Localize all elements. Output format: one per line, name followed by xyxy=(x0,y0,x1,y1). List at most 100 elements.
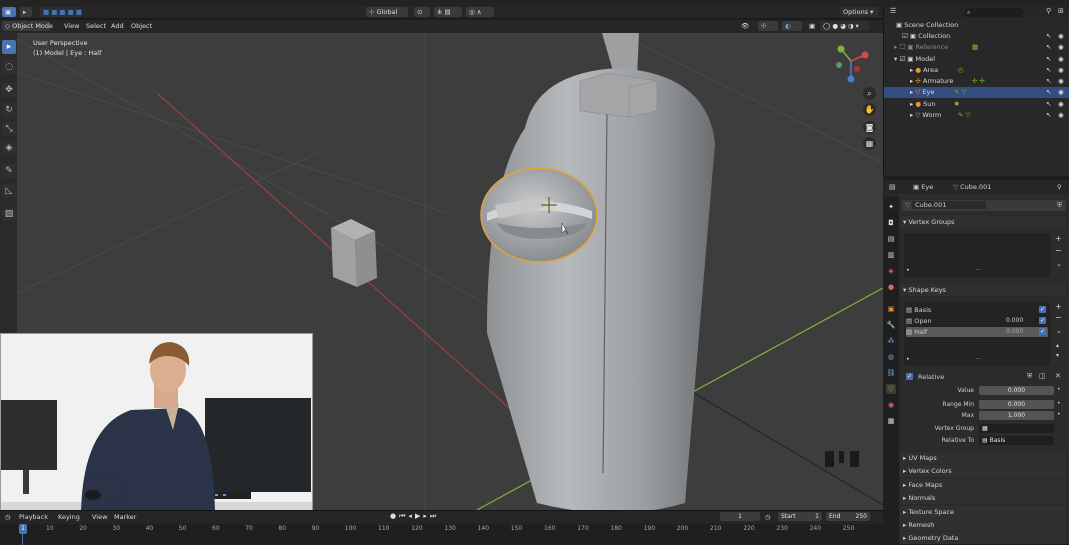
world-tab-icon[interactable]: ● xyxy=(886,282,896,292)
outliner-row-model[interactable]: ▾ ☑ ▣ Model ↖ ◉ xyxy=(884,54,1069,65)
eye-icon[interactable]: ◉ xyxy=(1058,76,1064,87)
timeline-menu-view[interactable]: View xyxy=(92,512,107,522)
shape-key-checkbox[interactable]: ✓ xyxy=(1039,328,1046,335)
outliner-row-reference[interactable]: ▸ ☐ ▣ Reference ▦ ↖ ◉ xyxy=(884,42,1069,53)
list-grip-icon[interactable]: ⋯ xyxy=(976,267,981,273)
pivot-button[interactable]: ⊙ xyxy=(414,7,430,17)
move-up-icon[interactable]: ▴ xyxy=(1056,342,1059,349)
select-arrow-icon[interactable]: ↖ xyxy=(1046,54,1051,65)
list-resize-icon[interactable]: ▸ xyxy=(907,267,910,273)
clear-weights-icon[interactable]: ✕ xyxy=(1055,372,1061,380)
shape-key-row[interactable]: ▤ Basis ✓ xyxy=(906,305,1048,315)
eye-icon[interactable]: ◉ xyxy=(1058,54,1064,65)
keyframe-dot-icon[interactable]: • xyxy=(1057,386,1061,393)
visibility-button[interactable]: 👁 xyxy=(738,21,754,31)
select-arrow-icon[interactable]: ↖ xyxy=(1046,99,1051,110)
material-tab-icon[interactable]: ◉ xyxy=(886,400,896,410)
outliner-row-eye[interactable]: ▸ ▽ Eye ✎ ▽ ↖ ◉ xyxy=(884,87,1069,98)
orientation-dropdown[interactable]: ⊹ Global xyxy=(366,7,408,17)
eye-icon[interactable]: ◉ xyxy=(1058,31,1064,42)
edit-mode-shape-icon[interactable]: ◫ xyxy=(1039,372,1046,380)
menu-add[interactable]: Add xyxy=(111,21,124,31)
vertex-group-list[interactable]: ▸ ⋯ xyxy=(904,233,1050,277)
section-vertex-groups[interactable]: ▾ Vertex Groups xyxy=(900,216,1066,228)
select-arrow-icon[interactable]: ↖ xyxy=(1046,31,1051,42)
object-tab-icon[interactable]: ▣ xyxy=(886,304,896,314)
keyframe-dot-icon[interactable]: • xyxy=(1057,411,1061,418)
section-shape-keys[interactable]: ▾ Shape Keys xyxy=(900,284,1066,296)
properties-editor-icon[interactable]: ▤ xyxy=(889,183,896,191)
zoom-button[interactable]: ⌕ xyxy=(863,87,876,100)
menu-view[interactable]: View xyxy=(64,21,79,31)
playhead[interactable]: 1 xyxy=(19,524,27,534)
timeline-menu-marker[interactable]: Marker xyxy=(114,512,136,522)
section-uv-maps[interactable]: ▸ UV Maps xyxy=(900,452,1066,464)
select-tool[interactable]: ▸ xyxy=(2,40,16,54)
outliner-search-input[interactable]: ⌕ xyxy=(964,8,1024,17)
clock-toggle-icon[interactable]: ◷ xyxy=(765,512,771,522)
shape-key-list[interactable]: ▤ Basis ✓ ▤ Open 0.000 ✓ ▤ Half 0.000 ✓ … xyxy=(904,302,1050,366)
outliner-row-armature[interactable]: ▸ ✣ Armature ✢ ✢ ↖ ◉ xyxy=(884,76,1069,87)
particles-tab-icon[interactable]: ⁂ xyxy=(886,336,896,346)
section-face-maps[interactable]: ▸ Face Maps xyxy=(900,479,1066,491)
shape-key-value[interactable]: 0.000 xyxy=(1006,316,1023,326)
section-geometry-data[interactable]: ▸ Geometry Data xyxy=(900,532,1066,544)
shape-key-row-active[interactable]: ▤ Half 0.000 ✓ xyxy=(906,327,1048,337)
measure-tool[interactable]: ◺ xyxy=(2,184,16,198)
vertex-group-field[interactable]: ▦ xyxy=(979,424,1054,433)
relative-checkbox[interactable]: ✓ xyxy=(906,373,913,380)
timeline-menu-keying[interactable]: Keying xyxy=(58,512,80,522)
rotate-tool[interactable]: ↻ xyxy=(2,103,16,117)
select-arrow-icon[interactable]: ↖ xyxy=(1046,87,1051,98)
timeline-menu-playback[interactable]: Playback xyxy=(19,512,48,522)
move-tool[interactable]: ✥ xyxy=(2,83,16,97)
output-tab-icon[interactable]: ▤ xyxy=(886,234,896,244)
menu-select[interactable]: Select xyxy=(86,21,106,31)
data-tab-icon[interactable]: ▽ xyxy=(886,384,896,394)
shading-buttons[interactable]: ◯ ● ◕ ◑ ▾ xyxy=(820,21,870,31)
playback-controls[interactable]: ●⏮◂▶▸⏭ xyxy=(390,512,460,522)
add-shape-key-button[interactable]: + xyxy=(1055,302,1062,311)
end-frame-field[interactable]: End 250 xyxy=(826,512,870,521)
remove-vertex-group-button[interactable]: − xyxy=(1055,246,1062,255)
physics-tab-icon[interactable]: ◍ xyxy=(886,352,896,362)
section-vertex-colors[interactable]: ▸ Vertex Colors xyxy=(900,465,1066,477)
eye-icon[interactable]: ◉ xyxy=(1058,110,1064,121)
current-frame-field[interactable]: 1 xyxy=(720,512,760,521)
add-cube-tool[interactable]: ▨ xyxy=(2,207,16,221)
pan-button[interactable]: ✋ xyxy=(863,103,876,116)
add-vertex-group-button[interactable]: + xyxy=(1055,234,1062,243)
select-box-button[interactable]: ▸ xyxy=(20,7,32,17)
overlay-button[interactable]: ◐ xyxy=(782,21,802,31)
select-arrow-icon[interactable]: ↖ xyxy=(1046,42,1051,53)
eye-icon[interactable]: ◉ xyxy=(1058,87,1064,98)
scene-tab-icon[interactable]: ◈ xyxy=(886,266,896,276)
eye-icon[interactable]: ◉ xyxy=(1058,65,1064,76)
pin-shape-icon[interactable]: ⛨ xyxy=(1027,372,1032,381)
list-resize-icon[interactable]: ▸ xyxy=(907,356,910,362)
scale-tool[interactable]: ⤡ xyxy=(2,122,16,136)
outliner-row-worm[interactable]: ▸ ▽ Worm ✎ ▽ ↖ ◉ xyxy=(884,110,1069,121)
relative-to-field[interactable]: ▤ Basis xyxy=(979,436,1054,445)
annotate-tool[interactable]: ✎ xyxy=(2,164,16,178)
fake-user-icon[interactable]: ⛨ xyxy=(1057,200,1062,211)
eye-icon[interactable]: ◉ xyxy=(1058,42,1064,53)
shape-key-checkbox[interactable]: ✓ xyxy=(1039,306,1046,313)
outliner-editor-icon[interactable]: ☰ xyxy=(890,7,896,15)
section-texture-space[interactable]: ▸ Texture Space xyxy=(900,506,1066,518)
shape-key-row[interactable]: ▤ Open 0.000 ✓ xyxy=(906,316,1048,326)
menu-object[interactable]: Object xyxy=(131,21,152,31)
outliner-row-scene-collection[interactable]: ▣ Scene Collection xyxy=(884,20,1069,31)
navigation-gizmo[interactable] xyxy=(829,39,873,83)
timeline-editor-button[interactable]: ◷ xyxy=(2,512,12,522)
outliner-row-sun[interactable]: ▸ ● Sun ✹ ↖ ◉ xyxy=(884,99,1069,110)
value-field[interactable]: 0.000 xyxy=(979,386,1054,395)
select-arrow-icon[interactable]: ↖ xyxy=(1046,76,1051,87)
start-frame-field[interactable]: Start 1 xyxy=(778,512,822,521)
eye-icon[interactable]: ◉ xyxy=(1058,99,1064,110)
max-field[interactable]: 1.000 xyxy=(979,411,1054,420)
select-arrow-icon[interactable]: ↖ xyxy=(1046,65,1051,76)
data-block-selector[interactable]: ▽ Cube.001 ⛨ xyxy=(902,200,1066,211)
modifier-tab-icon[interactable]: 🔧 xyxy=(886,320,896,330)
cursor-tool[interactable]: ◌ xyxy=(2,60,16,74)
